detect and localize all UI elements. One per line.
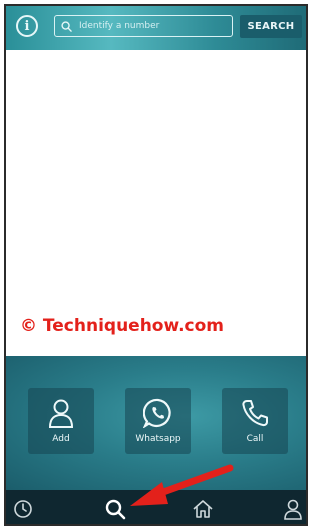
clock-icon[interactable] xyxy=(12,498,34,520)
call-button[interactable]: Call xyxy=(222,388,288,454)
search-icon xyxy=(61,20,72,32)
search-input[interactable] xyxy=(77,20,221,32)
person-icon xyxy=(48,398,74,428)
search-field[interactable] xyxy=(54,15,233,37)
search-button[interactable]: SEARCH xyxy=(240,15,302,38)
info-icon[interactable]: i xyxy=(16,15,38,37)
call-label: Call xyxy=(246,434,264,444)
whatsapp-button[interactable]: Whatsapp xyxy=(125,388,191,454)
content-area: © Techniquehow.com xyxy=(6,50,306,356)
profile-icon[interactable] xyxy=(282,498,304,520)
add-label: Add xyxy=(52,434,70,444)
whatsapp-label: Whatsapp xyxy=(135,434,181,444)
watermark-text: © Techniquehow.com xyxy=(20,316,225,336)
add-button[interactable]: Add xyxy=(28,388,94,454)
whatsapp-icon xyxy=(143,398,173,428)
top-bar: i SEARCH xyxy=(6,6,306,50)
phone-icon xyxy=(241,398,269,428)
phone-frame: i SEARCH © Techniquehow.com Add xyxy=(4,4,308,526)
annotation-arrow-icon xyxy=(130,464,234,506)
